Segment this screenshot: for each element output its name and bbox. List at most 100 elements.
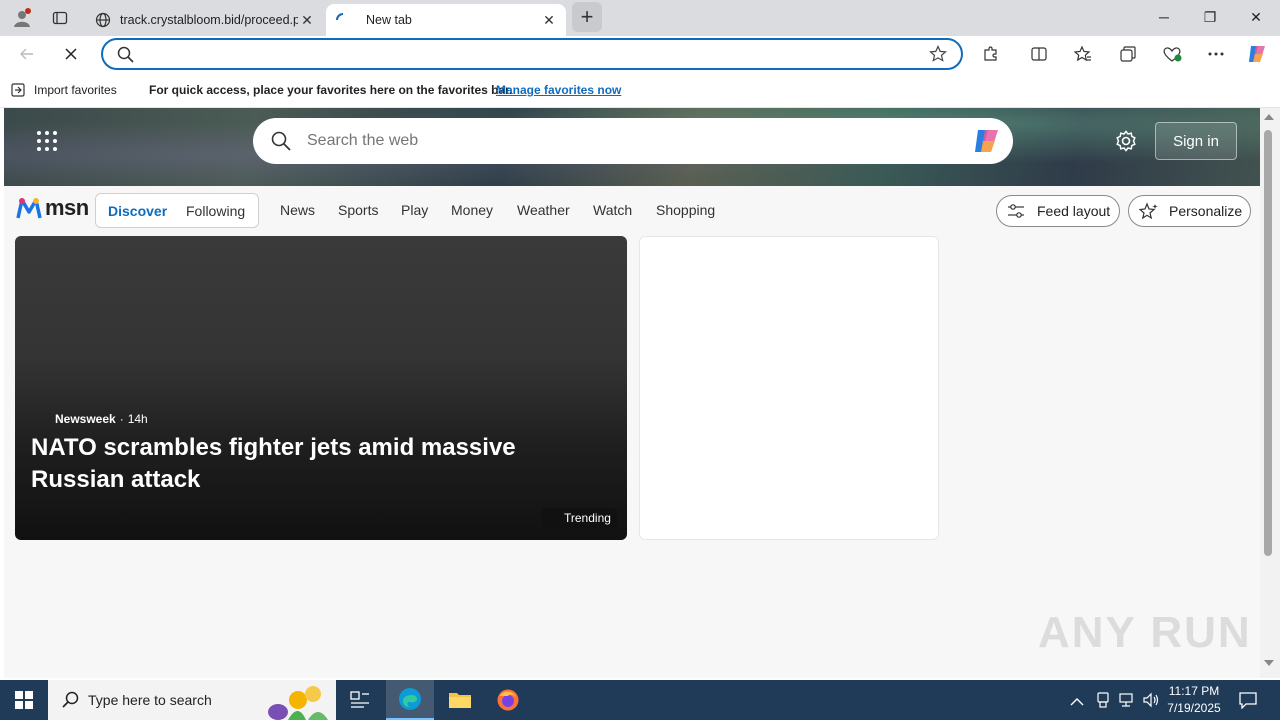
import-favorites-button[interactable]: Import favorites [10,81,117,99]
restore-button[interactable]: ❐ [1187,0,1233,34]
split-screen-icon [1031,47,1047,61]
clock-date: 7/19/2025 [1167,701,1221,715]
show-hidden-icons-icon[interactable] [1070,694,1084,712]
close-tab-icon[interactable]: ✕ [540,11,558,29]
network-icon[interactable] [1118,692,1134,713]
search-icon [271,131,291,156]
msn-butterfly-icon [16,198,42,219]
settings-more-button[interactable] [1200,38,1232,70]
msn-logo[interactable]: msn [16,195,89,221]
scrollbar-thumb[interactable] [1264,130,1272,556]
stop-loading-button[interactable] [55,38,87,70]
heart-pulse-icon [1163,47,1182,62]
usb-device-icon[interactable] [1096,692,1110,713]
search-icon [117,46,134,68]
favorites-button[interactable] [1067,38,1099,70]
favorites-bar-message: For quick access, place your favorites h… [149,83,513,97]
feed-layout-label: Feed layout [1037,203,1111,219]
new-tab-page: Sign in msn Discover Following News Spor… [4,108,1260,678]
personalize-button[interactable]: Personalize [1128,195,1251,227]
taskbar-edge[interactable] [386,680,434,720]
copilot-button[interactable] [1241,38,1273,70]
extensions-button[interactable] [975,38,1007,70]
page-scrollbar[interactable] [1260,108,1280,678]
nav-weather[interactable]: Weather [517,202,570,218]
watermark-text: ANY RUN [1038,608,1252,657]
favorites-icon [1074,45,1091,62]
tab-suspicious-site[interactable]: track.crystalbloom.bid/proceed.pl ✕ [86,4,324,36]
personalize-label: Personalize [1169,203,1243,219]
tab-discover[interactable]: Discover [108,203,167,219]
address-input[interactable] [143,44,923,64]
tab-following[interactable]: Following [186,203,245,219]
anyrun-watermark: ANY RUN [1038,608,1252,658]
globe-icon [94,11,112,29]
new-tab-button[interactable]: + [572,2,602,32]
minimize-icon: ─ [1159,9,1169,25]
feed-layout-button[interactable]: Feed layout [996,195,1120,227]
taskbar-search[interactable]: Type here to search [48,680,336,720]
clock-time: 11:17 PM [1168,684,1220,698]
close-icon: ✕ [1250,8,1262,25]
sign-in-button[interactable]: Sign in [1155,122,1237,160]
taskbar-file-explorer[interactable] [436,680,484,720]
sign-in-label: Sign in [1173,132,1219,150]
tab-strip: track.crystalbloom.bid/proceed.pl ✕ New … [0,0,1280,36]
taskbar-firefox[interactable] [484,680,532,720]
top-story-card[interactable]: Newsweek · 14h NATO scrambles fighter je… [15,236,627,540]
page-settings-icon[interactable] [1115,130,1137,157]
more-icon [1208,52,1224,56]
scroll-down-arrow-icon[interactable] [1264,660,1274,666]
copilot-icon[interactable] [971,125,1003,162]
story-source-row: Newsweek · 14h [55,412,148,426]
close-tab-icon[interactable]: ✕ [298,11,316,29]
apps-launcher-icon[interactable] [36,130,60,154]
nav-sports[interactable]: Sports [338,202,378,218]
browser-toolbar [0,36,1280,72]
personalize-star-icon [1139,202,1158,220]
volume-icon[interactable] [1142,692,1160,713]
tab-actions-icon[interactable] [46,4,74,32]
story-age: 14h [127,412,148,426]
collections-icon [1120,46,1136,62]
minimize-button[interactable]: ─ [1141,0,1187,34]
search-icon [62,691,80,712]
favorite-star-icon[interactable] [929,45,947,68]
story-headline[interactable]: NATO scrambles fighter jets amid massive… [31,432,601,496]
close-window-button[interactable]: ✕ [1233,0,1279,34]
stop-icon [65,48,77,60]
scroll-up-arrow-icon[interactable] [1264,114,1274,120]
favorites-bar: Import favorites For quick access, place… [0,72,1280,108]
sliders-icon [1008,204,1024,218]
web-search-input[interactable] [307,130,947,152]
import-favorites-label: Import favorites [34,83,117,97]
nav-news[interactable]: News [280,202,315,218]
collections-button[interactable] [1112,38,1144,70]
profile-icon[interactable] [8,4,36,32]
taskbar-search-placeholder: Type here to search [88,692,212,708]
tab-new-tab[interactable]: New tab ✕ [326,4,566,36]
folder-icon [449,693,471,708]
split-screen-button[interactable] [1023,38,1055,70]
windows-logo-icon [15,691,33,709]
start-button[interactable] [0,680,48,720]
nav-play[interactable]: Play [401,202,428,218]
nav-shopping[interactable]: Shopping [656,202,715,218]
search-highlight-flowers-icon [258,682,334,723]
nav-watch[interactable]: Watch [593,202,632,218]
browser-essentials-button[interactable] [1156,38,1188,70]
back-arrow-icon [20,48,33,60]
restore-icon: ❐ [1203,8,1217,25]
nav-money[interactable]: Money [451,202,493,218]
notifications-icon[interactable] [1239,691,1257,714]
address-bar[interactable] [101,38,963,70]
feed-segment: Discover Following [95,193,259,228]
copilot-icon [1249,46,1265,62]
manage-favorites-link[interactable]: Manage favorites now [496,83,621,97]
web-search-box[interactable] [253,118,1013,164]
tab-title: track.crystalbloom.bid/proceed.pl [120,13,298,27]
back-button[interactable] [11,38,43,70]
import-icon [11,83,25,97]
clock[interactable]: 11:17 PM 7/19/2025 [1166,683,1222,717]
task-view-button[interactable] [336,680,384,720]
